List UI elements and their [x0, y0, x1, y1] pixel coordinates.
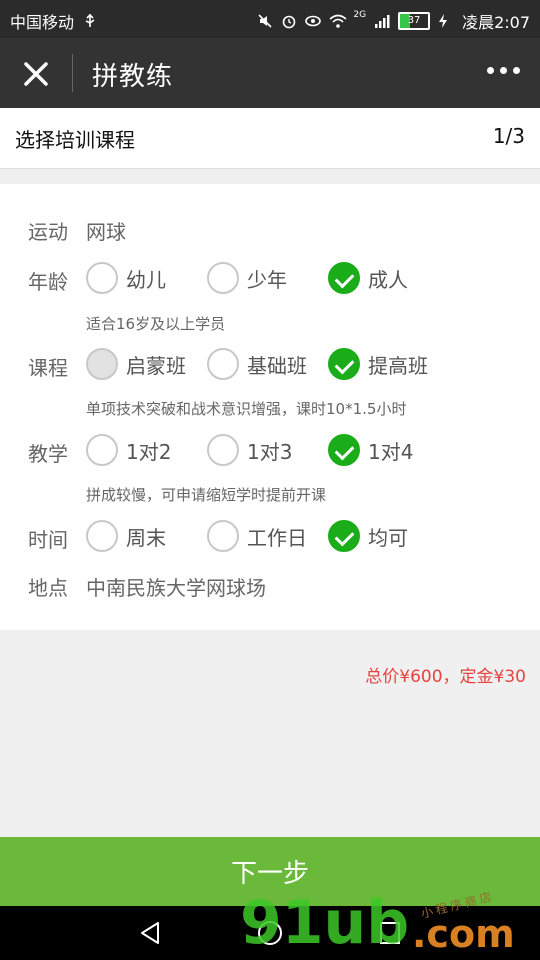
mute-icon: [257, 13, 273, 29]
radio-checked-icon[interactable]: [328, 348, 360, 380]
header-divider: [72, 54, 73, 92]
charging-icon: [438, 13, 454, 29]
back-icon: [141, 922, 159, 944]
status-bar: 中国移动 2G 37 凌晨2:07: [0, 0, 540, 38]
option-label: 少年: [247, 267, 287, 292]
location-label: 地点: [28, 576, 68, 600]
teaching-option-1v2[interactable]: 1对2: [86, 434, 171, 466]
radio-disabled: [86, 348, 118, 380]
more-button[interactable]: [487, 67, 520, 74]
radio-checked-icon[interactable]: [328, 262, 360, 294]
more-icon-dot: [500, 67, 507, 74]
alarm-icon: [281, 13, 297, 29]
close-icon: [24, 62, 48, 86]
wifi-icon: [329, 13, 347, 29]
course-hint: 单项技术突破和战术意识增强，课时10*1.5小时: [86, 400, 407, 418]
option-label: 1对2: [126, 439, 172, 464]
course-label: 课程: [28, 356, 68, 380]
sport-label: 运动: [28, 220, 68, 244]
option-label: 1对3: [247, 439, 293, 464]
network-type: 2G: [353, 10, 367, 20]
time-option-any[interactable]: 均可: [328, 520, 408, 552]
back-button[interactable]: [138, 920, 162, 950]
radio-unchecked[interactable]: [86, 262, 118, 294]
course-option-intro: 启蒙班: [86, 348, 186, 380]
time-option-weekday[interactable]: 工作日: [207, 520, 307, 552]
age-label: 年龄: [28, 270, 68, 294]
age-hint: 适合16岁及以上学员: [86, 315, 226, 333]
eye-icon: [305, 13, 322, 29]
radio-checked-icon[interactable]: [328, 520, 360, 552]
carrier-label: 中国移动: [10, 13, 75, 32]
radio-unchecked[interactable]: [86, 520, 118, 552]
age-option-teen[interactable]: 少年: [207, 262, 287, 294]
sport-value: 网球: [86, 220, 126, 244]
radio-checked-icon[interactable]: [328, 434, 360, 466]
battery-percent: 37: [407, 15, 421, 26]
step-header: 选择培训课程 1/3: [0, 108, 540, 169]
radio-unchecked[interactable]: [86, 434, 118, 466]
clock: 凌晨2:07: [462, 13, 530, 32]
teaching-hint: 拼成较慢，可申请缩短学时提前开课: [86, 486, 327, 504]
option-label: 提高班: [368, 353, 428, 378]
page-title: 拼教练: [92, 62, 174, 92]
option-label: 周末: [126, 525, 166, 550]
more-icon-dot: [487, 67, 494, 74]
age-option-adult[interactable]: 成人: [328, 262, 408, 294]
location-value: 中南民族大学网球场: [86, 576, 266, 600]
course-option-basic[interactable]: 基础班: [207, 348, 307, 380]
radio-unchecked[interactable]: [207, 348, 239, 380]
watermark-logo: 91ub: [240, 888, 410, 958]
option-label: 工作日: [247, 525, 307, 550]
course-option-advanced[interactable]: 提高班: [328, 348, 428, 380]
option-label: 成人: [368, 267, 408, 292]
price-summary: 总价¥600，定金¥30: [365, 667, 526, 687]
battery-indicator: 37: [398, 12, 431, 30]
teaching-label: 教学: [28, 442, 68, 466]
more-icon-dot: [513, 67, 520, 74]
app-header: 拼教练: [0, 38, 540, 108]
step-title: 选择培训课程: [15, 128, 135, 152]
age-option-child[interactable]: 幼儿: [86, 262, 166, 294]
close-button[interactable]: [18, 56, 54, 92]
time-label: 时间: [28, 528, 68, 552]
teaching-option-1v4[interactable]: 1对4: [328, 434, 413, 466]
teaching-option-1v3[interactable]: 1对3: [207, 434, 292, 466]
option-label: 幼儿: [126, 267, 166, 292]
step-counter: 1/3: [492, 124, 525, 148]
usb-icon: [82, 13, 98, 29]
time-option-weekend[interactable]: 周末: [86, 520, 166, 552]
course-form: 运动 网球 年龄 幼儿 少年 成人 适合16岁及以上学员 课程 启蒙班 基础班 …: [0, 184, 540, 630]
option-label: 启蒙班: [126, 353, 186, 378]
signal-icon: [374, 13, 390, 29]
option-label: 1对4: [368, 439, 414, 464]
radio-unchecked[interactable]: [207, 262, 239, 294]
radio-unchecked[interactable]: [207, 434, 239, 466]
option-label: 均可: [368, 525, 408, 550]
option-label: 基础班: [247, 353, 307, 378]
radio-unchecked[interactable]: [207, 520, 239, 552]
